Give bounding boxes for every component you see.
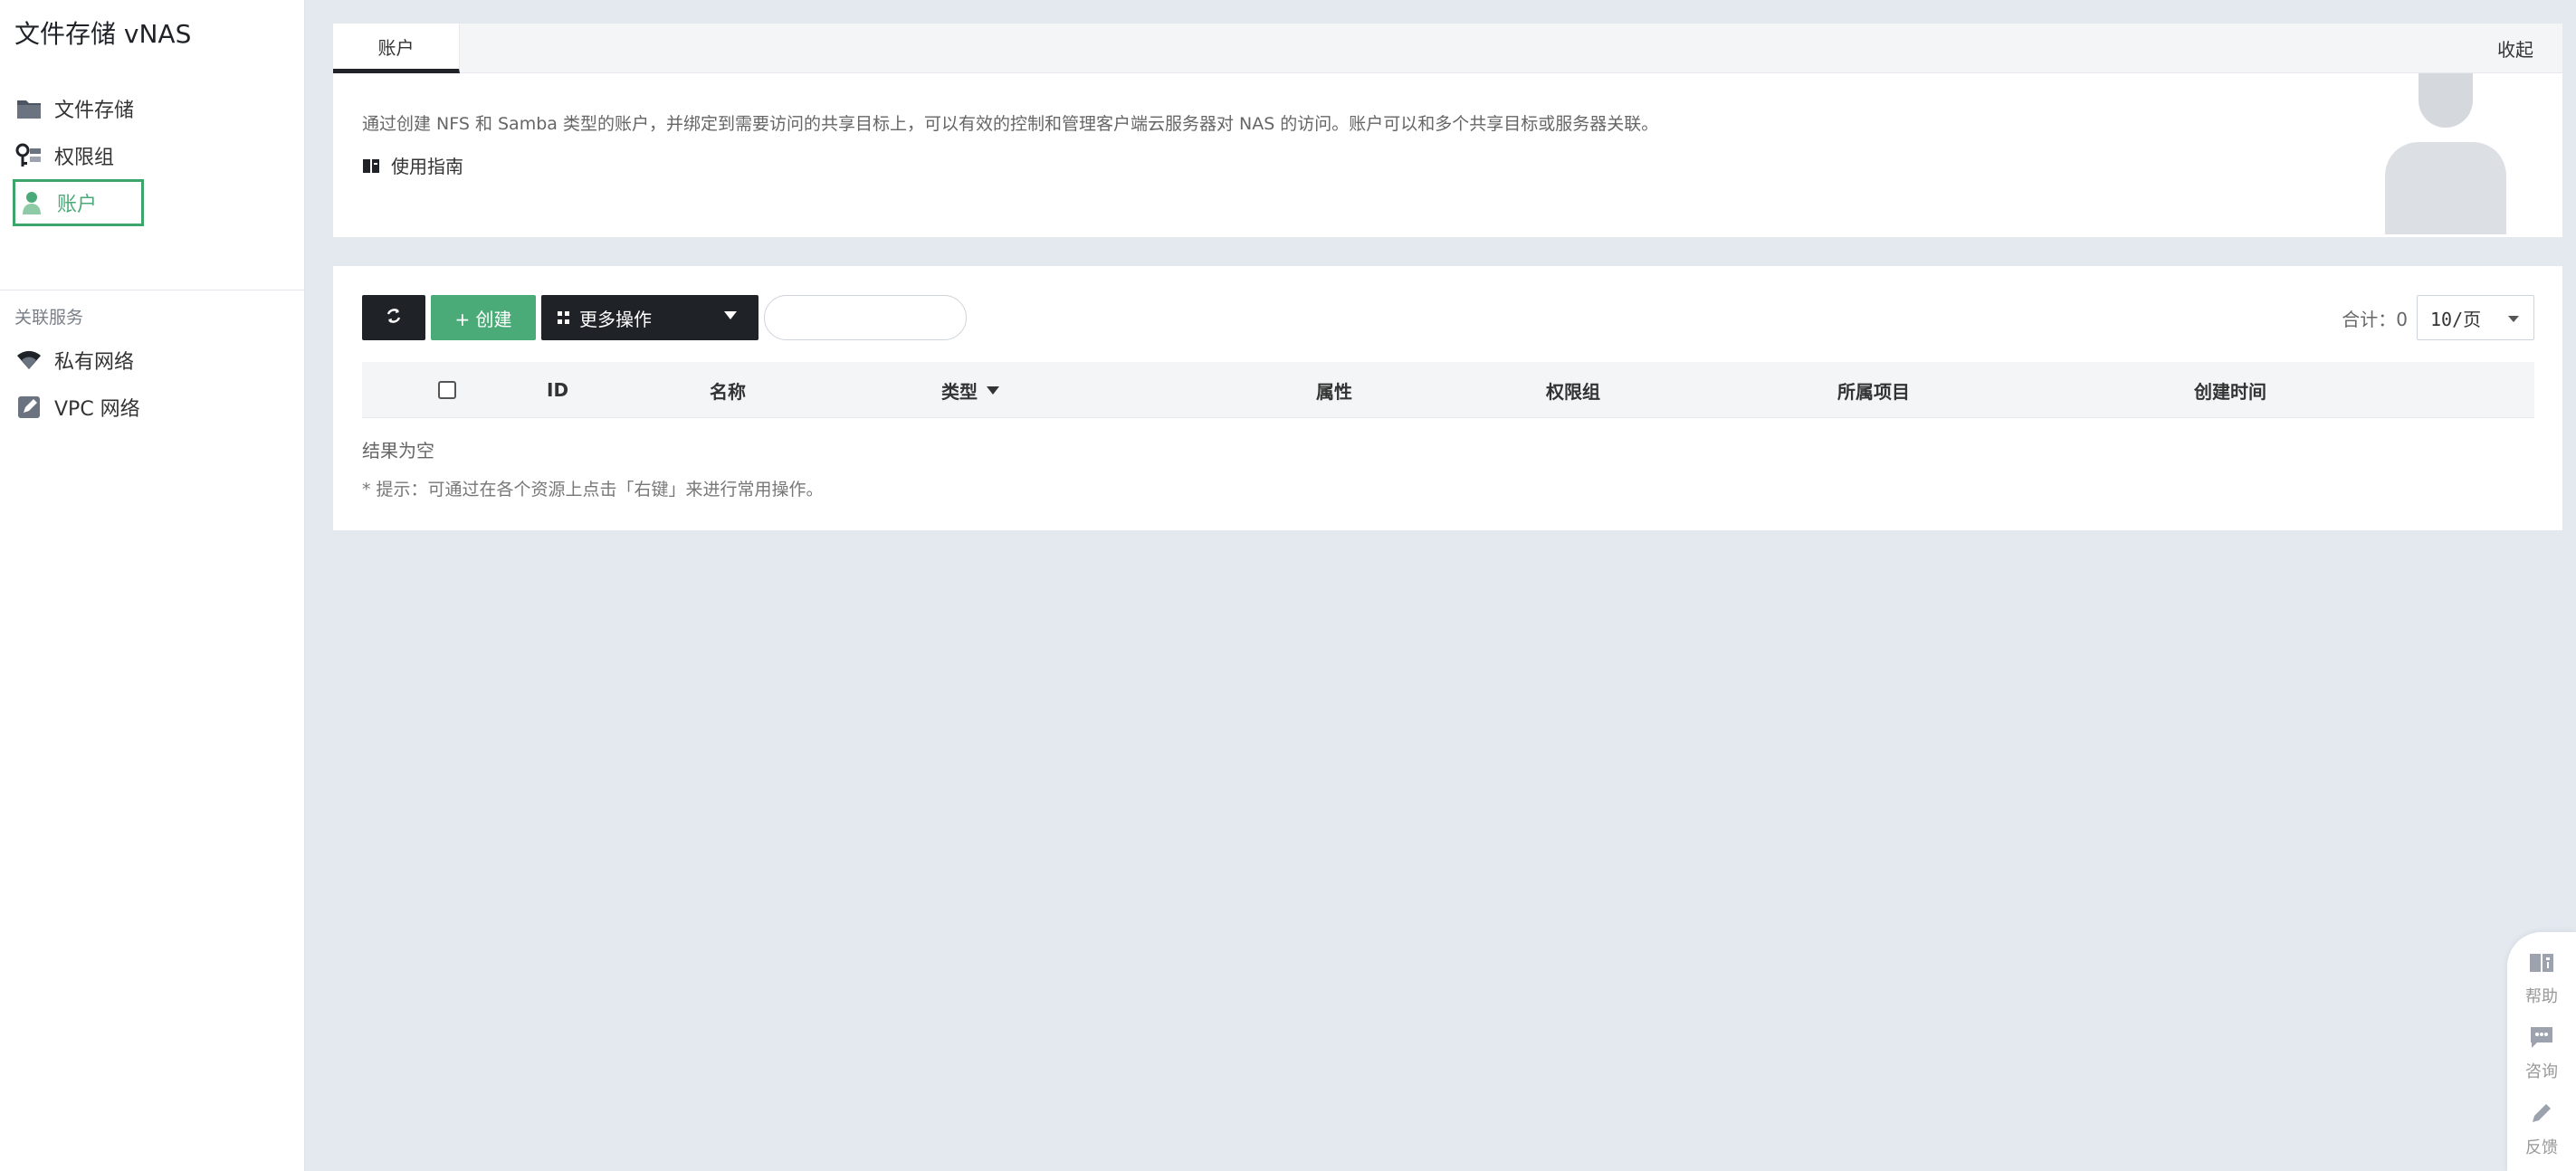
- sidebar-item-vpc-network[interactable]: VPC 网络: [13, 384, 284, 431]
- page-size-select[interactable]: 10/页: [2417, 295, 2534, 340]
- column-header-name: 名称: [710, 380, 746, 403]
- sidebar-item-account[interactable]: 账户: [13, 179, 144, 226]
- permission-group-icon: [13, 139, 45, 172]
- more-actions-dropdown[interactable]: 更多操作: [541, 295, 758, 340]
- select-all-checkbox[interactable]: [438, 381, 456, 399]
- feedback-label: 反馈: [2525, 1138, 2558, 1157]
- sidebar-item-label: 权限组: [54, 147, 115, 169]
- usage-guide-link[interactable]: 使用指南: [362, 152, 463, 178]
- filter-caret-icon: [987, 386, 999, 395]
- column-header-type[interactable]: 类型: [941, 362, 999, 418]
- page-size-value: 10/页: [2430, 308, 2482, 330]
- table-header: ID 名称 类型 属性 权限组 所属项目 创建时间: [362, 362, 2534, 418]
- search-input[interactable]: [764, 295, 967, 340]
- more-actions-label: 更多操作: [579, 308, 652, 330]
- info-panel: 账户 收起 通过创建 NFS 和 Samba 类型的账户，并绑定到需要访问的共享…: [333, 24, 2562, 237]
- grid-icon: [558, 311, 570, 324]
- column-header-id: ID: [547, 379, 569, 401]
- wifi-icon: [13, 344, 45, 376]
- column-header-attribute: 属性: [1316, 380, 1352, 403]
- accounts-panel: + 创建 更多操作 合计：0 10/页 ID 名称 类型 属性 权限组 所属项目…: [333, 266, 2562, 530]
- sidebar-item-label: 私有网络: [54, 351, 135, 374]
- app-title: 文件存储 vNAS: [14, 19, 192, 49]
- usage-guide-label: 使用指南: [391, 156, 463, 177]
- related-services-title: 关联服务: [14, 308, 84, 328]
- help-label: 帮助: [2525, 986, 2558, 1006]
- column-header-created-time: 创建时间: [2194, 380, 2266, 403]
- chat-icon: [2529, 1025, 2554, 1053]
- vpc-edit-icon: [13, 391, 45, 424]
- feedback-button[interactable]: 反馈: [2507, 1093, 2576, 1166]
- help-book-icon: [2529, 952, 2554, 978]
- sidebar-item-permission-group[interactable]: 权限组: [13, 132, 284, 179]
- account-illustration: [2385, 73, 2506, 234]
- total-count: 合计：0: [2342, 308, 2408, 330]
- column-header-permission-group: 权限组: [1546, 380, 1600, 403]
- sidebar-item-file-storage[interactable]: 文件存储: [13, 85, 284, 132]
- sidebar-item-private-network[interactable]: 私有网络: [13, 337, 284, 384]
- empty-result-text: 结果为空: [362, 440, 434, 462]
- tab-account[interactable]: 账户: [333, 24, 460, 73]
- floating-help-bar: 帮助 咨询 反馈: [2507, 932, 2576, 1171]
- caret-down-icon: [2508, 316, 2519, 322]
- folder-icon: [13, 92, 45, 125]
- collapse-link[interactable]: 收起: [2497, 24, 2533, 73]
- create-button[interactable]: + 创建: [431, 295, 536, 340]
- refresh-icon: [385, 307, 403, 329]
- consult-button[interactable]: 咨询: [2507, 1017, 2576, 1090]
- user-icon: [15, 186, 48, 219]
- sidebar: 文件存储 vNAS 文件存储 权限组 账户 关联服务 私有网络 VPC 网络: [0, 0, 305, 1171]
- column-header-type-label: 类型: [941, 380, 978, 403]
- sidebar-item-label: 账户: [57, 194, 98, 216]
- pencil-icon: [2530, 1101, 2553, 1129]
- description-text: 通过创建 NFS 和 Samba 类型的账户，并绑定到需要访问的共享目标上，可以…: [362, 114, 1659, 134]
- book-icon: [362, 156, 382, 176]
- sidebar-item-label: 文件存储: [54, 100, 135, 122]
- help-button[interactable]: 帮助: [2507, 943, 2576, 1015]
- tab-bar: 账户 收起: [333, 24, 2562, 73]
- toolbar: + 创建 更多操作 合计：0 10/页: [362, 295, 2534, 340]
- context-menu-hint: * 提示：可通过在各个资源上点击「右键」来进行常用操作。: [362, 480, 824, 500]
- refresh-button[interactable]: [362, 295, 425, 340]
- consult-label: 咨询: [2525, 1062, 2558, 1081]
- caret-down-icon: [724, 311, 737, 319]
- column-header-project: 所属项目: [1837, 380, 1910, 403]
- sidebar-item-label: VPC 网络: [54, 398, 140, 421]
